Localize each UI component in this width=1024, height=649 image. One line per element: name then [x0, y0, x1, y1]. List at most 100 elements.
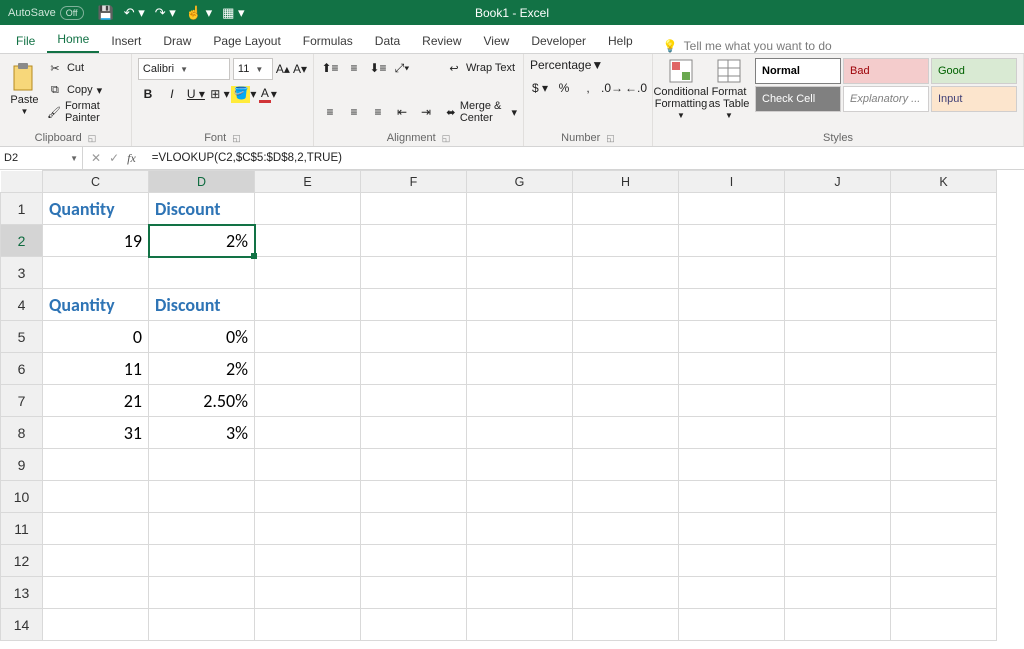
cell-K14[interactable] [891, 609, 997, 641]
row-header-2[interactable]: 2 [1, 225, 43, 257]
cell-H2[interactable] [573, 225, 679, 257]
cell-style-bad[interactable]: Bad [843, 58, 929, 84]
cell-E10[interactable] [255, 481, 361, 513]
formula-input[interactable]: =VLOOKUP(C2,$C$5:$D$8,2,TRUE) [144, 152, 1024, 164]
cell-E1[interactable] [255, 193, 361, 225]
cell-C7[interactable]: 21 [43, 385, 149, 417]
tab-help[interactable]: Help [598, 28, 643, 53]
cell-H1[interactable] [573, 193, 679, 225]
cell-C2[interactable]: 19 [43, 225, 149, 257]
autosave-toggle[interactable]: AutoSave Off [8, 6, 84, 20]
tab-data[interactable]: Data [365, 28, 410, 53]
row-header-14[interactable]: 14 [1, 609, 43, 641]
cell-J5[interactable] [785, 321, 891, 353]
cell-J2[interactable] [785, 225, 891, 257]
cell-F6[interactable] [361, 353, 467, 385]
cell-H8[interactable] [573, 417, 679, 449]
decrease-indent-icon[interactable]: ⇤ [392, 102, 412, 122]
italic-button[interactable]: I [162, 84, 182, 104]
cell-F7[interactable] [361, 385, 467, 417]
cell-J11[interactable] [785, 513, 891, 545]
cell-style-input[interactable]: Input [931, 86, 1017, 112]
tab-view[interactable]: View [474, 28, 520, 53]
accounting-format-icon[interactable]: $ ▾ [530, 78, 550, 98]
col-header-F[interactable]: F [361, 171, 467, 193]
cell-K13[interactable] [891, 577, 997, 609]
cell-style-good[interactable]: Good [931, 58, 1017, 84]
cell-D14[interactable] [149, 609, 255, 641]
increase-font-icon[interactable]: A▴ [276, 62, 290, 76]
cell-H11[interactable] [573, 513, 679, 545]
cell-E8[interactable] [255, 417, 361, 449]
col-header-C[interactable]: C [43, 171, 149, 193]
cell-K5[interactable] [891, 321, 997, 353]
cell-C14[interactable] [43, 609, 149, 641]
name-box[interactable]: D2▼ [0, 147, 83, 169]
cell-G6[interactable] [467, 353, 573, 385]
tab-file[interactable]: File [6, 28, 45, 53]
touch-mode-icon[interactable]: ☝ ▾ [186, 5, 212, 21]
row-header-11[interactable]: 11 [1, 513, 43, 545]
cell-J6[interactable] [785, 353, 891, 385]
cell-F2[interactable] [361, 225, 467, 257]
dialog-launcher-icon[interactable]: ◱ [88, 133, 97, 144]
cell-I4[interactable] [679, 289, 785, 321]
cell-E5[interactable] [255, 321, 361, 353]
cell-J7[interactable] [785, 385, 891, 417]
increase-decimal-icon[interactable]: .0→ [602, 78, 622, 98]
cell-E4[interactable] [255, 289, 361, 321]
increase-indent-icon[interactable]: ⇥ [416, 102, 436, 122]
col-header-D[interactable]: D [149, 171, 255, 193]
dialog-launcher-icon[interactable]: ◱ [442, 133, 451, 144]
cell-C12[interactable] [43, 545, 149, 577]
cancel-formula-icon[interactable]: ✕ [91, 151, 101, 165]
cell-J8[interactable] [785, 417, 891, 449]
cell-E9[interactable] [255, 449, 361, 481]
row-header-10[interactable]: 10 [1, 481, 43, 513]
format-painter-button[interactable]: 🖌Format Painter [47, 102, 125, 122]
cell-H7[interactable] [573, 385, 679, 417]
cell-I10[interactable] [679, 481, 785, 513]
cell-K1[interactable] [891, 193, 997, 225]
cell-C3[interactable] [43, 257, 149, 289]
cell-F1[interactable] [361, 193, 467, 225]
cell-D4[interactable]: Discount [149, 289, 255, 321]
font-name-combo[interactable]: Calibri▼ [138, 58, 230, 80]
cell-J1[interactable] [785, 193, 891, 225]
cell-J14[interactable] [785, 609, 891, 641]
tell-me-search[interactable]: 💡Tell me what you want to do [663, 39, 832, 53]
font-color-button[interactable]: A▾ [258, 84, 278, 104]
col-header-H[interactable]: H [573, 171, 679, 193]
cell-K6[interactable] [891, 353, 997, 385]
cell-style-explanatory-[interactable]: Explanatory ... [843, 86, 929, 112]
fx-icon[interactable]: fx [127, 151, 136, 166]
cell-G10[interactable] [467, 481, 573, 513]
cell-D5[interactable]: 0% [149, 321, 255, 353]
comma-format-icon[interactable]: , [578, 78, 598, 98]
cell-F14[interactable] [361, 609, 467, 641]
customize-icon[interactable]: ▦ ▾ [222, 5, 244, 21]
cell-J3[interactable] [785, 257, 891, 289]
cell-J10[interactable] [785, 481, 891, 513]
select-all-corner[interactable] [1, 171, 43, 193]
cell-H5[interactable] [573, 321, 679, 353]
cell-H14[interactable] [573, 609, 679, 641]
wrap-text-button[interactable]: ↩Wrap Text [446, 58, 517, 78]
cell-H13[interactable] [573, 577, 679, 609]
cell-G2[interactable] [467, 225, 573, 257]
cell-C13[interactable] [43, 577, 149, 609]
row-header-4[interactable]: 4 [1, 289, 43, 321]
cell-G1[interactable] [467, 193, 573, 225]
cell-H3[interactable] [573, 257, 679, 289]
cell-D13[interactable] [149, 577, 255, 609]
cell-H6[interactable] [573, 353, 679, 385]
borders-button[interactable]: ⊞ ▾ [210, 84, 230, 104]
cell-C4[interactable]: Quantity [43, 289, 149, 321]
align-bottom-icon[interactable]: ⬇≡ [368, 58, 388, 78]
align-right-icon[interactable]: ≡ [368, 102, 388, 122]
cell-K9[interactable] [891, 449, 997, 481]
row-header-5[interactable]: 5 [1, 321, 43, 353]
dialog-launcher-icon[interactable]: ◱ [606, 133, 615, 144]
cell-G5[interactable] [467, 321, 573, 353]
cell-E13[interactable] [255, 577, 361, 609]
